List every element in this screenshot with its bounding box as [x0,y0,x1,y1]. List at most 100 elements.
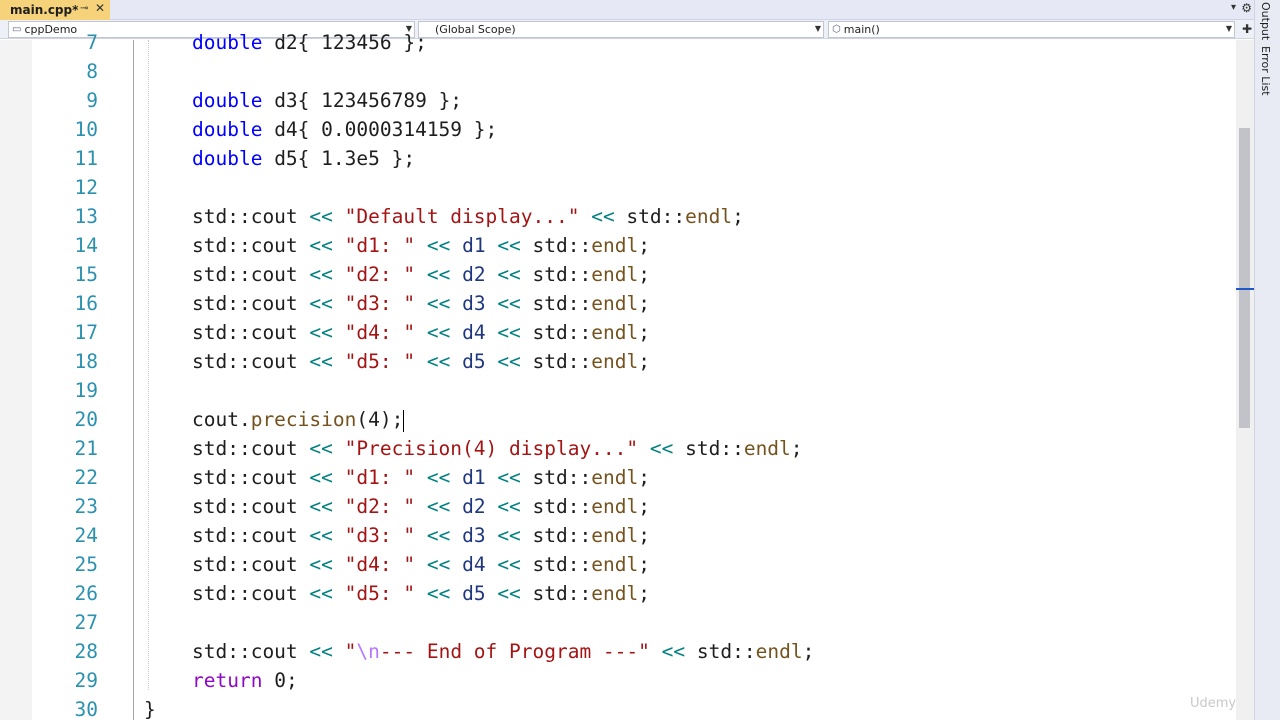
code-token: endl [591,553,639,576]
code-token: std::cout [192,263,310,286]
code-token: << [309,553,333,576]
code-token: 4 [368,408,380,431]
code-line[interactable]: 23 std::cout << "d2: " << d2 << std::endl… [32,492,1236,521]
line-number: 8 [86,60,98,83]
scrollbar-thumb[interactable] [1239,128,1250,428]
code-line[interactable]: 20 cout.precision(4); [32,405,1236,434]
code-token: << [426,582,451,605]
code-token: ); [379,408,404,431]
code-line[interactable]: 24 std::cout << "d3: " << d3 << std::endl… [32,521,1236,550]
code-line[interactable]: 14 std::cout << "d1: " << d1 << std::endl… [32,231,1236,260]
code-text: std::cout << "d2: " << d2 << std::endl; [192,260,650,289]
code-token: 1.3e5 [321,147,380,170]
code-line[interactable]: 9 double d3{ 123456789 }; [32,86,1236,115]
code-token: << [591,205,615,228]
pin-icon[interactable]: ⊸ [80,3,88,14]
line-number: 30 [74,698,98,720]
code-text: std::cout << "d4: " << d4 << std::endl; [192,318,650,347]
code-token: d5{ [262,147,322,170]
line-number: 19 [74,379,98,402]
line-number: 10 [74,118,98,141]
code-line[interactable]: 7 double d2{ 123456 }; [32,28,1236,57]
line-number: 17 [74,321,98,344]
code-line[interactable]: 15 std::cout << "d2: " << d2 << std::endl… [32,260,1236,289]
tab-error-list[interactable]: Error List [1259,46,1272,96]
code-token: << [497,350,521,373]
code-line[interactable]: 29 return 0; [32,666,1236,695]
vertical-scrollbar[interactable] [1236,40,1254,720]
line-number: 7 [86,31,98,54]
code-token: << [309,292,333,315]
code-line[interactable]: 8 [32,57,1236,86]
code-text: std::cout << "d1: " << d1 << std::endl; [192,463,650,492]
line-number: 29 [74,669,98,692]
code-line[interactable]: 13 std::cout << "Default display..." << s… [32,202,1236,231]
code-line[interactable]: 16 std::cout << "d3: " << d3 << std::endl… [32,289,1236,318]
code-token: << [309,234,333,257]
code-token: << [497,582,521,605]
code-token: ; [638,495,650,518]
code-line[interactable]: 18 std::cout << "d5: " << d5 << std::endl… [32,347,1236,376]
code-token: endl [591,495,639,518]
code-token: 0 [274,669,286,692]
code-line[interactable]: 28 std::cout << "\n--- End of Program ---… [32,637,1236,666]
close-icon[interactable]: ✕ [95,1,105,15]
code-token: }; [462,118,498,141]
code-line[interactable]: 27 [32,608,1236,637]
code-token: << [309,466,333,489]
code-token: d1 [462,466,486,489]
code-token: "d4: " [344,553,416,576]
tab-output[interactable]: Output [1259,2,1272,40]
gear-icon[interactable]: ⚙ [1241,1,1252,15]
selection-margin [0,40,32,720]
code-text: return 0; [192,666,298,695]
line-number: 14 [74,234,98,257]
code-text: std::cout << "d5: " << d5 << std::endl; [192,579,650,608]
code-editor[interactable]: 7 double d2{ 123456 }; 8 9 double d3{ 123456… [0,31,1236,720]
code-token: << [426,321,451,344]
code-token: endl [591,234,639,257]
code-token: << [426,495,451,518]
code-token: endl [591,263,639,286]
code-token: "d3: " [344,524,416,547]
code-line[interactable]: 26 std::cout << "d5: " << d5 << std::endl… [32,579,1236,608]
code-line[interactable]: 11 double d5{ 1.3e5 }; [32,144,1236,173]
code-line[interactable]: 12 [32,173,1236,202]
code-token: << [497,524,521,547]
code-line[interactable]: 22 std::cout << "d1: " << d1 << std::endl… [32,463,1236,492]
code-token: endl [685,205,733,228]
code-token: endl [591,292,639,315]
tab-main-cpp[interactable]: main.cpp* ⊸ ✕ [0,0,110,20]
code-text: std::cout << "d5: " << d5 << std::endl; [192,347,650,376]
code-token: std::cout [192,466,310,489]
code-token: << [309,640,333,663]
code-text: double d4{ 0.0000314159 }; [192,115,497,144]
code-line[interactable]: 25 std::cout << "d4: " << d4 << std::endl… [32,550,1236,579]
code-line[interactable]: 21 std::cout << "Precision(4) display..."… [32,434,1236,463]
code-token: endl [591,582,639,605]
code-line[interactable]: 17 std::cout << "d4: " << d4 << std::endl… [32,318,1236,347]
code-token: << [426,466,451,489]
code-line[interactable]: 10 double d4{ 0.0000314159 }; [32,115,1236,144]
code-line[interactable]: 30} [32,695,1236,720]
line-number: 12 [74,176,98,199]
code-token: ; [638,466,650,489]
code-line[interactable]: 19 [32,376,1236,405]
split-window-icon[interactable]: ✚ [1242,22,1252,36]
code-token: std::cout [192,553,310,576]
tab-list-dropdown-icon[interactable]: ▾ [1231,2,1236,13]
code-token: ; [790,437,803,460]
code-token: d4 [462,321,486,344]
code-text: std::cout << "d3: " << d3 << std::endl; [192,521,650,550]
